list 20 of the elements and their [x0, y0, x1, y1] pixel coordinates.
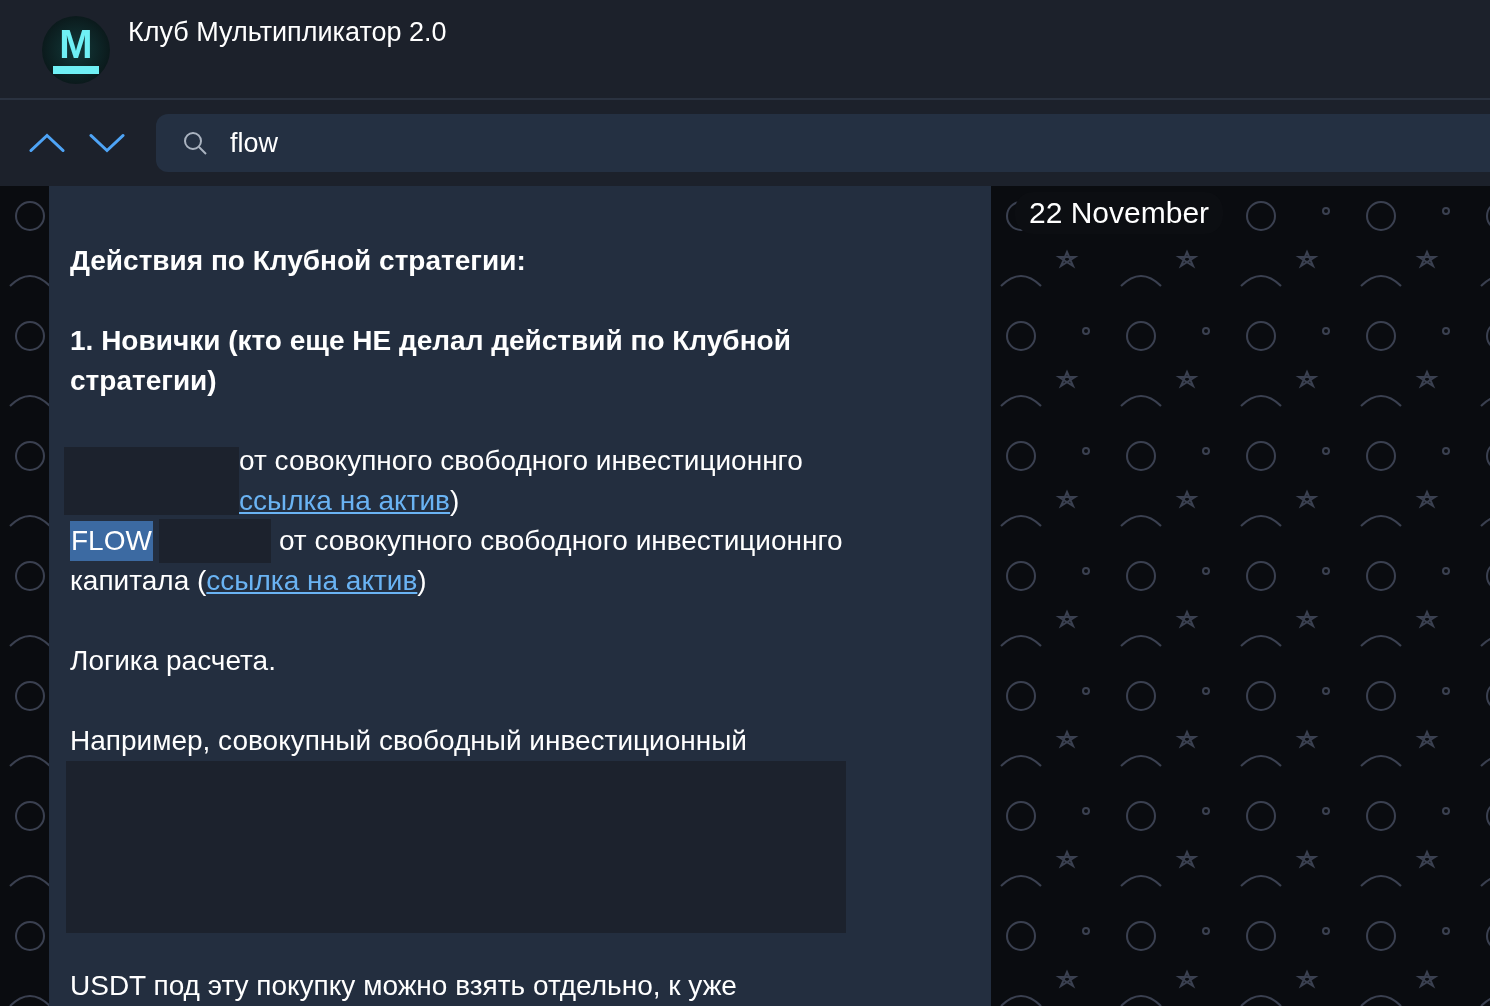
asset-link[interactable]: ссылка на актив — [239, 485, 450, 516]
message-text: от совокупного свободного инвестиционнго — [278, 524, 843, 558]
message-heading: Действия по Клубной стратегии: — [70, 244, 527, 278]
message-text: от совокупного свободного инвестиционнго — [239, 444, 803, 478]
message-subheading: 1. Новички (кто еще НЕ делал действий по Клубной стратегии) — [70, 324, 792, 398]
up-chevron-icon[interactable] — [28, 131, 66, 155]
search-field[interactable]: flow — [156, 114, 1490, 172]
underline-icon — [53, 66, 99, 74]
down-chevron-icon[interactable] — [88, 131, 126, 155]
message-text: Логика расчета. — [70, 644, 277, 678]
message-text: капитала (ссылка на актив) — [70, 564, 428, 598]
chat-title: Клуб Мультипликатор 2.0 — [128, 17, 447, 48]
search-highlight: FLOW — [70, 521, 153, 561]
search-icon — [182, 130, 208, 156]
channel-avatar[interactable]: M — [42, 16, 110, 84]
message-text: Например, совокупный свободный инвестиционный — [70, 724, 748, 758]
asset-link[interactable]: ссылка на актив — [206, 565, 418, 596]
message-text: USDT под эту покупку можно взять отдельно, к уже — [70, 969, 738, 1003]
avatar-letter: M — [59, 26, 93, 62]
message-text: ссылка на актив) — [239, 484, 461, 518]
